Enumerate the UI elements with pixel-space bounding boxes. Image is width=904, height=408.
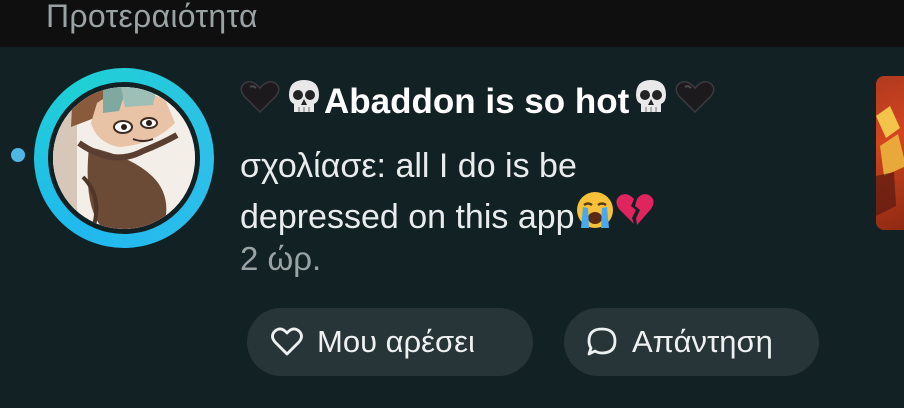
notification-title-text[interactable]: Abaddon is so hot [324, 82, 629, 122]
comment-line-2: depressed on this app [240, 190, 780, 243]
comment-text[interactable]: σχολίασε: all I do is be depressed on th… [240, 142, 780, 243]
heart-outline-icon [271, 327, 303, 356]
post-thumbnail[interactable] [876, 76, 904, 230]
like-button-label: Μου αρέσει [317, 324, 475, 359]
crying-face-icon [575, 190, 615, 243]
unread-indicator [11, 148, 25, 162]
speech-bubble-icon [587, 327, 617, 356]
reply-button[interactable]: Απάντηση [564, 308, 819, 376]
black-heart-icon [675, 80, 715, 123]
section-title: Προτεραιότητα [46, 0, 258, 34]
skull-icon [286, 78, 322, 125]
timestamp: 2 ώρ. [240, 240, 322, 277]
broken-heart-icon [615, 192, 655, 241]
section-header: Προτεραιότητα [0, 0, 904, 47]
thumbnail-image [876, 106, 904, 216]
like-button[interactable]: Μου αρέσει [247, 308, 533, 376]
avatar[interactable] [53, 87, 195, 229]
black-heart-icon [240, 80, 280, 123]
comment-line-1: σχολίασε: all I do is be [240, 147, 577, 185]
avatar-illustration [53, 87, 195, 229]
notification-title: Abaddon is so hot [240, 78, 715, 125]
action-text: σχολίασε: [240, 147, 396, 185]
reply-button-label: Απάντηση [632, 324, 773, 359]
skull-icon [633, 78, 669, 125]
